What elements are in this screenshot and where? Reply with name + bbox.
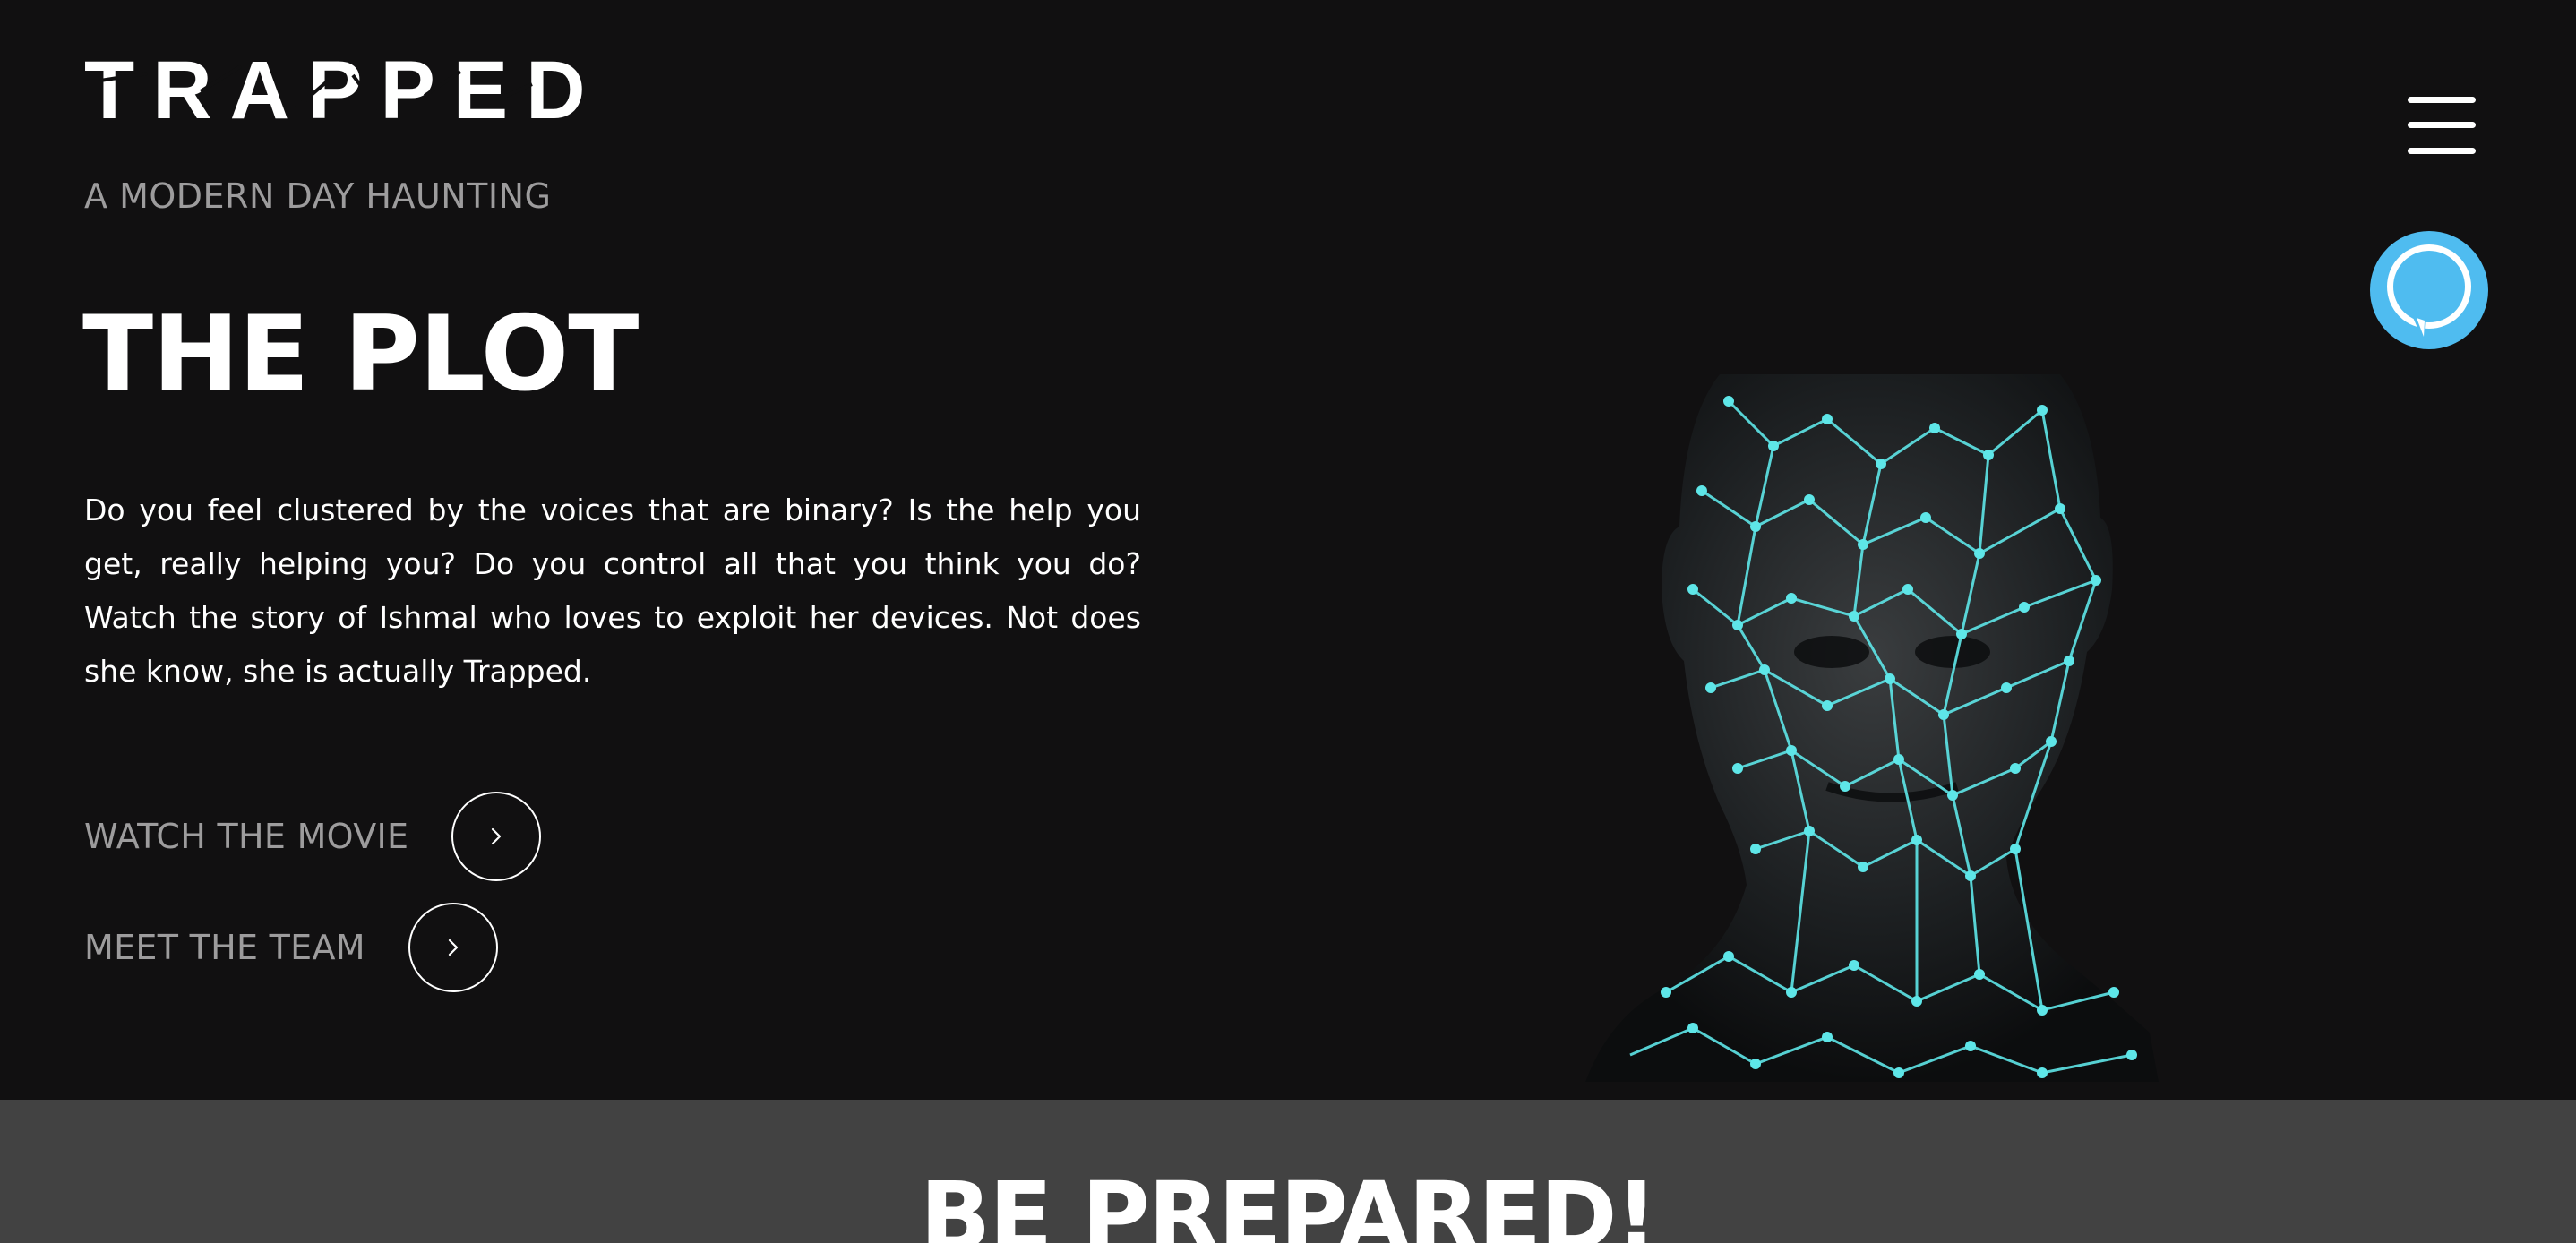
plot-title: THE PLOT <box>82 294 639 415</box>
be-prepared-section: BE PREPARED! <box>0 1100 2576 1243</box>
watch-movie-link[interactable]: WATCH THE MOVIE <box>84 792 542 881</box>
chevron-right-icon <box>492 827 502 845</box>
chevron-right-icon <box>448 939 458 956</box>
site-logo[interactable]: TRAPPED. <box>84 47 586 136</box>
hamburger-menu-icon[interactable] <box>2408 93 2476 158</box>
logo-wordmark: TRAPPED. <box>84 47 586 136</box>
be-prepared-title: BE PREPARED! <box>920 1162 1658 1243</box>
watch-movie-arrow-button[interactable] <box>451 792 542 881</box>
hero-section: TRAPPED. A MODERN DAY HAUNTING THE PLOT … <box>0 0 2576 1100</box>
watch-movie-label: WATCH THE MOVIE <box>84 817 409 856</box>
plot-description: Do you feel clustered by the voices that… <box>84 493 1141 689</box>
tagline: A MODERN DAY HAUNTING <box>84 176 552 216</box>
voice-assistant-icon[interactable] <box>2366 227 2492 353</box>
meet-team-link[interactable]: MEET THE TEAM <box>84 903 498 992</box>
meet-team-arrow-button[interactable] <box>408 903 498 992</box>
digital-face-illustration <box>1558 365 2185 1082</box>
svg-text:TRAPPED.: TRAPPED. <box>84 47 586 136</box>
meet-team-label: MEET THE TEAM <box>84 928 365 967</box>
